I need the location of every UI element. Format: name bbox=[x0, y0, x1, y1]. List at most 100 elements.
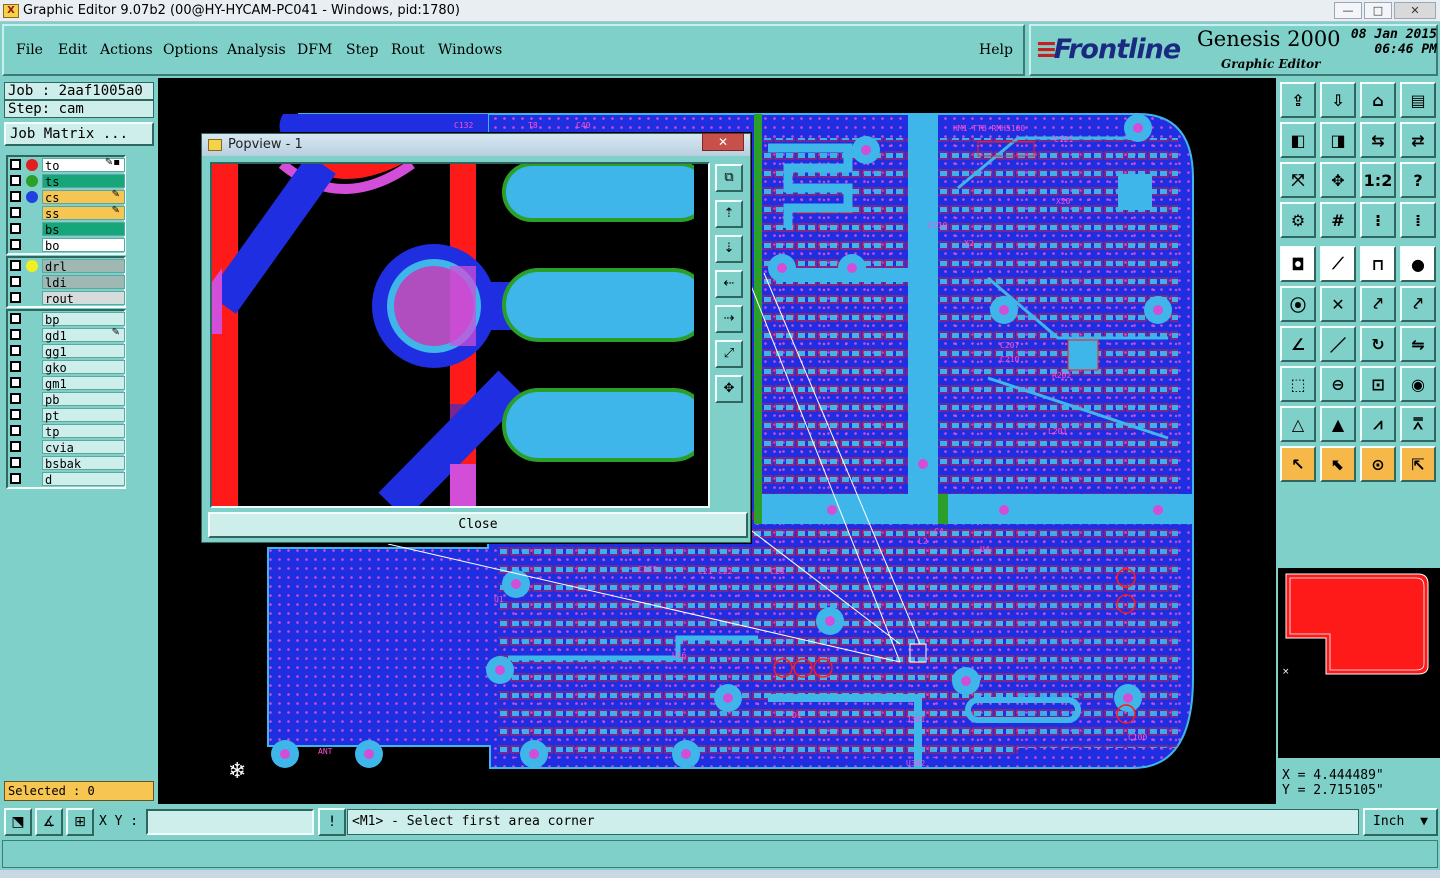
layer-row-to[interactable]: to ✎▪ bbox=[8, 157, 125, 173]
popview-canvas[interactable] bbox=[210, 162, 710, 508]
popview-tool-pan-up[interactable]: ⇡ bbox=[715, 200, 743, 228]
layer-color-dot-icon[interactable] bbox=[26, 260, 38, 272]
warning-button[interactable]: ! bbox=[318, 808, 346, 836]
tool-select-net-icon[interactable]: ⇱ bbox=[1400, 446, 1436, 482]
layer-name[interactable]: gko bbox=[42, 360, 125, 375]
tool-zoom-down-icon[interactable]: ⇩ bbox=[1320, 82, 1356, 118]
layer-name[interactable]: ldi bbox=[42, 275, 125, 290]
tool-triangle4-icon[interactable]: ⩞ bbox=[1400, 406, 1436, 442]
layer-row-gd1[interactable]: gd1 ✎ bbox=[8, 327, 125, 343]
popview-tool-pan-right[interactable]: ⇢ bbox=[715, 305, 743, 333]
job-matrix-button[interactable]: Job Matrix ... bbox=[4, 122, 154, 146]
layer-row-ss[interactable]: ss ✎ bbox=[8, 205, 125, 221]
layer-row-pb[interactable]: pb bbox=[8, 391, 125, 407]
layer-checkbox[interactable] bbox=[10, 457, 21, 468]
tool-route-icon[interactable]: ⤤ bbox=[1360, 286, 1396, 322]
layer-row-gko[interactable]: gko bbox=[8, 359, 125, 375]
layer-checkbox[interactable] bbox=[10, 191, 21, 202]
tool-zoom-fit-icon[interactable]: ⤧ bbox=[1280, 162, 1316, 198]
layer-checkbox[interactable] bbox=[10, 276, 21, 287]
tool-swap-icon[interactable]: ⇄ bbox=[1400, 122, 1436, 158]
tool-triangle-icon[interactable]: △ bbox=[1280, 406, 1316, 442]
layer-color-dot-icon[interactable] bbox=[26, 159, 38, 171]
layer-name[interactable]: gg1 bbox=[42, 344, 125, 359]
layer-name[interactable]: bo bbox=[42, 238, 125, 253]
layer-name[interactable]: drl bbox=[42, 259, 125, 274]
tool-resize-icon[interactable]: ⊡ bbox=[1360, 366, 1396, 402]
maximize-button[interactable]: □ bbox=[1364, 2, 1392, 19]
tool-move-icon[interactable]: ⬚ bbox=[1280, 366, 1316, 402]
tool-zoom-all-icon[interactable]: ✥ bbox=[1320, 162, 1356, 198]
layer-checkbox[interactable] bbox=[10, 159, 21, 170]
layer-checkbox[interactable] bbox=[10, 377, 21, 388]
layer-checkbox[interactable] bbox=[10, 260, 21, 271]
tool-cross-icon[interactable]: ✕ bbox=[1320, 286, 1356, 322]
menu-step[interactable]: Step bbox=[346, 42, 378, 58]
popview-close-button[interactable]: Close bbox=[208, 512, 748, 538]
tool-select-box-icon[interactable]: ⬉ bbox=[1320, 446, 1356, 482]
layer-row-bo[interactable]: bo bbox=[8, 237, 125, 253]
tool-pan-right-icon[interactable]: ◨ bbox=[1320, 122, 1356, 158]
tool-circle-icon[interactable]: ● bbox=[1400, 246, 1436, 282]
xy-input[interactable] bbox=[146, 809, 314, 835]
layer-row-cs[interactable]: cs ✎ bbox=[8, 189, 125, 205]
grid-snap-icon[interactable]: ⊞ bbox=[66, 808, 94, 836]
tool-route2-icon[interactable]: ⤤ bbox=[1400, 286, 1436, 322]
layer-name[interactable]: bs bbox=[42, 222, 125, 237]
angle-snap-icon[interactable]: ∡ bbox=[35, 808, 63, 836]
tool-drc-icon[interactable]: ⁝ bbox=[1360, 202, 1396, 238]
layer-checkbox[interactable] bbox=[10, 393, 21, 404]
minimize-button[interactable]: — bbox=[1334, 2, 1362, 19]
tool-line-icon[interactable]: ⟋ bbox=[1320, 246, 1356, 282]
layer-checkbox[interactable] bbox=[10, 409, 21, 420]
layer-checkbox[interactable] bbox=[10, 313, 21, 324]
layer-name[interactable]: bsbak bbox=[42, 456, 125, 471]
layer-row-cvia[interactable]: cvia bbox=[8, 439, 125, 455]
layer-row-bp[interactable]: bp bbox=[8, 311, 125, 327]
menu-options[interactable]: Options bbox=[163, 42, 218, 58]
tool-drc-check-icon[interactable]: ⁞ bbox=[1400, 202, 1436, 238]
tool-pad-icon[interactable]: ◘ bbox=[1280, 246, 1316, 282]
tool-select-circle-icon[interactable]: ⊙ bbox=[1360, 446, 1396, 482]
menu-file[interactable]: File bbox=[16, 42, 43, 58]
layer-checkbox[interactable] bbox=[10, 239, 21, 250]
layer-row-bs[interactable]: bs bbox=[8, 221, 125, 237]
tool-grid-icon[interactable]: # bbox=[1320, 202, 1356, 238]
layer-checkbox[interactable] bbox=[10, 223, 21, 234]
layer-checkbox[interactable] bbox=[10, 361, 21, 372]
popview-tool-zoom-in[interactable]: ✥ bbox=[715, 375, 743, 403]
layer-row-drl[interactable]: drl bbox=[8, 258, 125, 274]
menu-help[interactable]: Help bbox=[979, 42, 1013, 58]
menu-analysis[interactable]: Analysis bbox=[227, 42, 286, 58]
tool-angle-icon[interactable]: ∠ bbox=[1280, 326, 1316, 362]
tool-mirror-icon[interactable]: ⇆ bbox=[1360, 122, 1396, 158]
tool-window-icon[interactable]: ▤ bbox=[1400, 82, 1436, 118]
layer-row-gg1[interactable]: gg1 bbox=[8, 343, 125, 359]
popview-tool-pan-down[interactable]: ⇣ bbox=[715, 235, 743, 263]
tool-shapes-icon[interactable]: ◉ bbox=[1400, 366, 1436, 402]
tool-split-icon[interactable]: ⊖ bbox=[1320, 366, 1356, 402]
layer-checkbox[interactable] bbox=[10, 207, 21, 218]
tool-flip-icon[interactable]: ⇋ bbox=[1400, 326, 1436, 362]
layer-checkbox[interactable] bbox=[10, 345, 21, 356]
menu-edit[interactable]: Edit bbox=[58, 42, 87, 58]
tool-select-icon[interactable]: ↖ bbox=[1280, 446, 1316, 482]
layer-row-tp[interactable]: tp bbox=[8, 423, 125, 439]
layer-row-d[interactable]: d bbox=[8, 471, 125, 487]
layer-row-bsbak[interactable]: bsbak bbox=[8, 455, 125, 471]
snap-icon[interactable]: ⬔ bbox=[4, 808, 32, 836]
layer-name[interactable]: rout bbox=[42, 291, 125, 306]
popview-tool-pan-left[interactable]: ⇠ bbox=[715, 270, 743, 298]
layer-row-rout[interactable]: rout bbox=[8, 290, 125, 306]
tool-slash-icon[interactable]: ／ bbox=[1320, 326, 1356, 362]
tool-zoom-home-icon[interactable]: ⇪ bbox=[1280, 82, 1316, 118]
tool-rotate-icon[interactable]: ↻ bbox=[1360, 326, 1396, 362]
menu-actions[interactable]: Actions bbox=[100, 42, 153, 58]
menu-dfm[interactable]: DFM bbox=[297, 42, 332, 58]
layer-name[interactable]: pb bbox=[42, 392, 125, 407]
menu-rout[interactable]: Rout bbox=[391, 42, 425, 58]
layer-name[interactable]: gm1 bbox=[42, 376, 125, 391]
tool-triangle3-icon[interactable]: ⩘ bbox=[1360, 406, 1396, 442]
layer-color-dot-icon[interactable] bbox=[26, 191, 38, 203]
layer-checkbox[interactable] bbox=[10, 441, 21, 452]
